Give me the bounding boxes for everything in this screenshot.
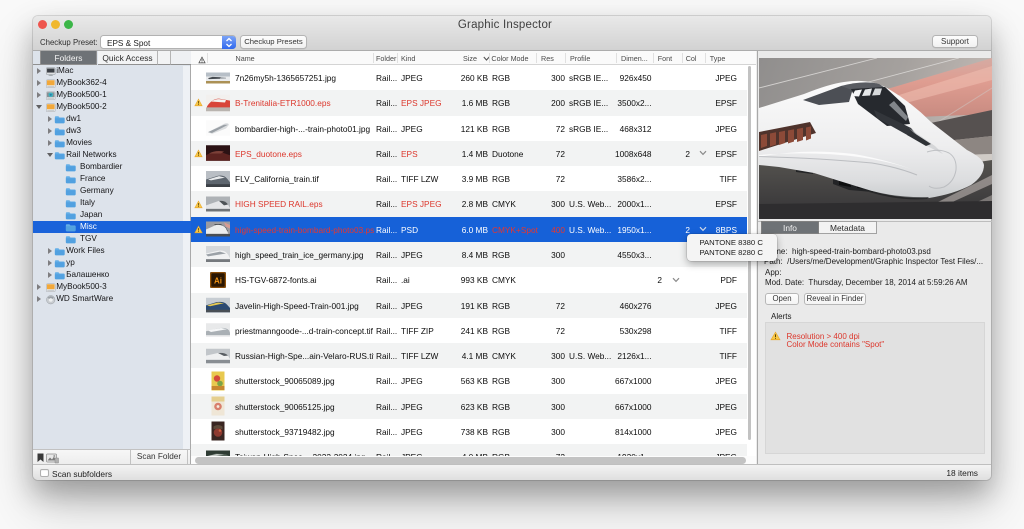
svg-text:Ai: Ai: [214, 276, 222, 285]
